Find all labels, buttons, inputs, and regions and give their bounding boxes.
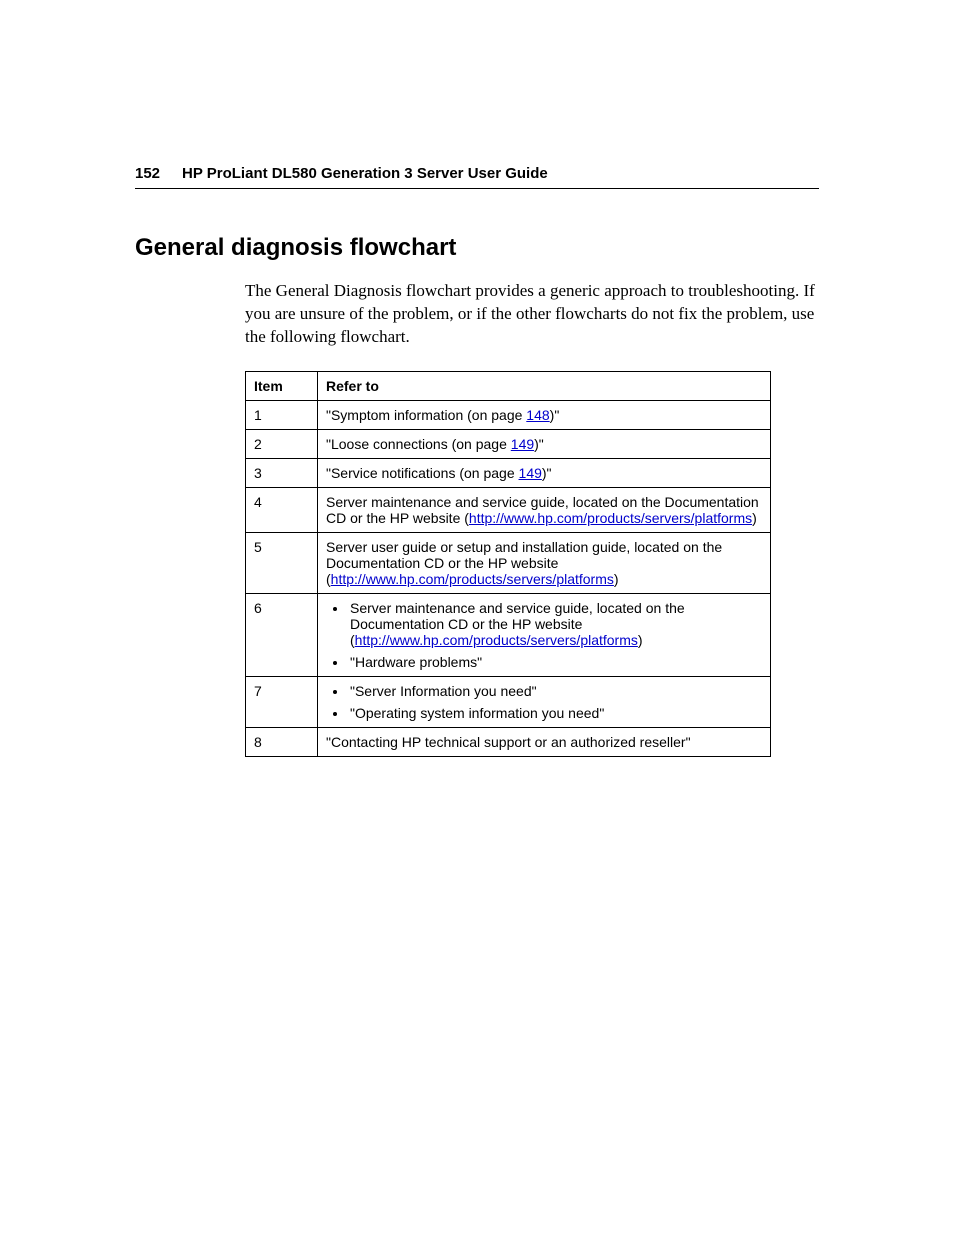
url-link[interactable]: http://www.hp.com/products/servers/platf… (355, 632, 638, 648)
list-item: "Operating system information you need" (348, 705, 762, 721)
refer-cell: Server maintenance and service guide, lo… (318, 593, 771, 676)
page-link[interactable]: 148 (526, 407, 549, 423)
url-link[interactable]: http://www.hp.com/products/servers/platf… (469, 510, 752, 526)
item-cell: 4 (246, 487, 318, 532)
refer-cell: Server user guide or setup and installat… (318, 532, 771, 593)
page-number: 152 (135, 165, 160, 182)
item-cell: 3 (246, 458, 318, 487)
table-row: 3 "Service notifications (on page 149)" (246, 458, 771, 487)
table-row: 1 "Symptom information (on page 148)" (246, 400, 771, 429)
reference-table: Item Refer to 1 "Symptom information (on… (245, 371, 771, 757)
item-cell: 6 (246, 593, 318, 676)
table-row: 6 Server maintenance and service guide, … (246, 593, 771, 676)
bullet-list: "Server Information you need" "Operating… (326, 683, 762, 721)
text: ) (752, 510, 757, 526)
table-row: 5 Server user guide or setup and install… (246, 532, 771, 593)
text: "Loose connections (on page (326, 436, 511, 452)
bullet-list: Server maintenance and service guide, lo… (326, 600, 762, 670)
header-refer-to: Refer to (318, 371, 771, 400)
list-item: "Hardware problems" (348, 654, 762, 670)
table-row: 7 "Server Information you need" "Operati… (246, 676, 771, 727)
item-cell: 5 (246, 532, 318, 593)
text: "Service notifications (on page (326, 465, 519, 481)
text: ) (614, 571, 619, 587)
list-item: "Server Information you need" (348, 683, 762, 699)
text: ) (638, 632, 643, 648)
page-link[interactable]: 149 (511, 436, 534, 452)
list-item: Server maintenance and service guide, lo… (348, 600, 762, 648)
text: )" (542, 465, 552, 481)
refer-cell: Server maintenance and service guide, lo… (318, 487, 771, 532)
text: )" (534, 436, 544, 452)
header-item: Item (246, 371, 318, 400)
table-header-row: Item Refer to (246, 371, 771, 400)
refer-cell: "Loose connections (on page 149)" (318, 429, 771, 458)
url-link[interactable]: http://www.hp.com/products/servers/platf… (331, 571, 614, 587)
item-cell: 2 (246, 429, 318, 458)
refer-cell: "Symptom information (on page 148)" (318, 400, 771, 429)
refer-cell: "Contacting HP technical support or an a… (318, 727, 771, 756)
intro-paragraph: The General Diagnosis flowchart provides… (245, 280, 819, 349)
text: "Symptom information (on page (326, 407, 526, 423)
refer-cell: "Service notifications (on page 149)" (318, 458, 771, 487)
page-header: 152 HP ProLiant DL580 Generation 3 Serve… (135, 165, 819, 189)
refer-cell: "Server Information you need" "Operating… (318, 676, 771, 727)
table-row: 8 "Contacting HP technical support or an… (246, 727, 771, 756)
page-link[interactable]: 149 (519, 465, 542, 481)
text: )" (550, 407, 560, 423)
item-cell: 8 (246, 727, 318, 756)
header-title: HP ProLiant DL580 Generation 3 Server Us… (182, 165, 548, 182)
item-cell: 7 (246, 676, 318, 727)
table-row: 4 Server maintenance and service guide, … (246, 487, 771, 532)
item-cell: 1 (246, 400, 318, 429)
section-heading: General diagnosis flowchart (135, 234, 819, 262)
page-container: 152 HP ProLiant DL580 Generation 3 Serve… (0, 0, 954, 1235)
table-row: 2 "Loose connections (on page 149)" (246, 429, 771, 458)
